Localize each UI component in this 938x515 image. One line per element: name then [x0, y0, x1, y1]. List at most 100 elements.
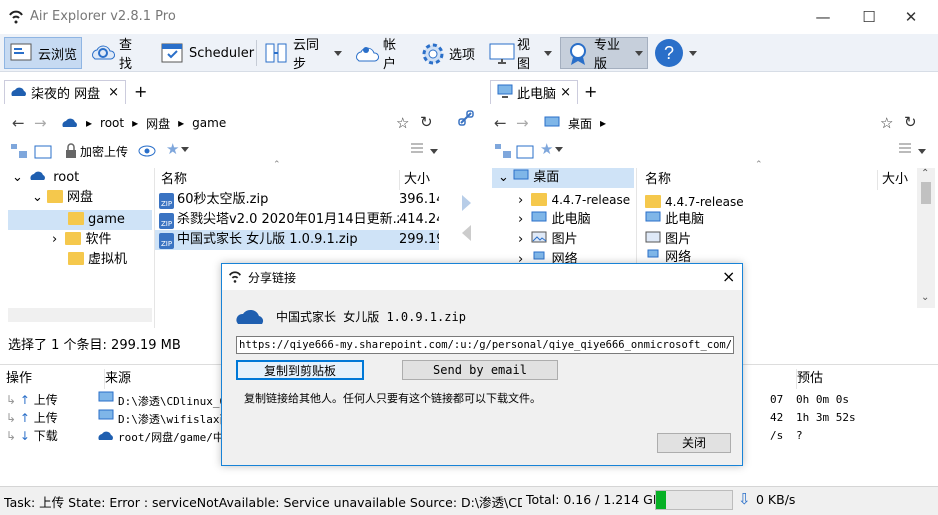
list-item[interactable]: 此电脑 — [645, 210, 704, 230]
copy-left-icon[interactable] — [462, 225, 471, 241]
nav-forward-icon[interactable]: → — [34, 114, 47, 132]
scheduler-button[interactable]: Scheduler — [156, 37, 254, 69]
chevron-right-icon: ▸ — [600, 116, 607, 130]
new-folder-icon[interactable] — [516, 142, 534, 163]
preview-icon[interactable] — [138, 142, 156, 163]
chevron-down-icon[interactable] — [430, 149, 438, 154]
pro-button[interactable]: 专业版 — [560, 37, 648, 72]
tree-view-icon[interactable] — [10, 142, 28, 163]
copy-right-icon[interactable] — [462, 195, 471, 211]
search-icon — [90, 41, 115, 65]
view-mode-icon[interactable] — [410, 142, 424, 159]
link-panes-icon[interactable] — [458, 110, 474, 129]
sort-up-icon: ⌃ — [273, 160, 281, 170]
tree-item-netdisk[interactable]: ⌄ 网盘 — [8, 188, 152, 208]
view-button[interactable]: 视图 — [484, 37, 556, 72]
send-by-email-button[interactable]: Send by email — [402, 360, 558, 380]
scroll-up-icon[interactable]: ⌃ — [921, 168, 929, 179]
table-row[interactable]: ZIP杀戮尖塔v2.0 2020年01月14日更新.zip 414.24 M — [159, 210, 439, 230]
tree-item-game[interactable]: game — [8, 210, 152, 230]
favorites-star-icon[interactable]: ★ — [166, 140, 190, 158]
app-logo-icon — [228, 270, 242, 287]
breadcrumb: ▸ root ▸ 网盘 ▸ game — [56, 112, 390, 134]
search-button[interactable]: 查找 — [86, 37, 148, 72]
folder-icon — [68, 212, 84, 225]
new-folder-icon[interactable] — [34, 142, 52, 163]
tree-item-this-pc[interactable]: › 此电脑 — [492, 210, 634, 230]
picture-icon — [645, 231, 661, 247]
breadcrumb-item[interactable]: 桌面 — [568, 115, 592, 132]
encrypted-upload-button[interactable]: 加密上传 — [80, 143, 128, 160]
svg-text:?: ? — [664, 43, 674, 63]
close-dialog-button[interactable]: 关闭 — [657, 433, 731, 453]
column-size[interactable]: 大小 — [877, 170, 908, 190]
tree-item-vm[interactable]: 虚拟机 — [8, 250, 152, 270]
upload-file-icon: ↳ — [6, 411, 17, 425]
share-link-dialog: 分享链接 × 中国式家长 女儿版 1.0.9.1.zip 复制到剪贴板 Send… — [221, 263, 743, 466]
breadcrumb-item[interactable]: game — [192, 116, 226, 130]
column-operation[interactable]: 操作 — [6, 369, 32, 389]
tab-this-pc[interactable]: 此电脑 × — [490, 80, 578, 104]
star-icon[interactable]: ☆ — [880, 114, 893, 132]
help-button[interactable]: ? — [650, 37, 697, 69]
breadcrumb: 桌面 ▸ — [538, 112, 868, 134]
computer-icon — [645, 211, 661, 227]
star-icon[interactable]: ☆ — [396, 114, 409, 132]
list-item[interactable]: 4.4.7-release — [645, 192, 744, 212]
account-icon — [354, 41, 379, 65]
tree-item-desktop[interactable]: ⌄ 桌面 — [492, 168, 634, 188]
table-row-selected[interactable]: ZIP中国式家长 女儿版 1.0.9.1.zip 299.19 M — [155, 230, 439, 250]
add-tab-button[interactable]: + — [134, 82, 147, 101]
close-tab-icon[interactable]: × — [108, 85, 119, 100]
nav-back-icon[interactable]: ← — [494, 114, 507, 132]
scroll-down-icon[interactable]: ⌄ — [921, 292, 929, 303]
tree-item-software[interactable]: › 软件 — [8, 230, 152, 250]
refresh-icon[interactable]: ↻ — [420, 113, 433, 131]
breadcrumb-item[interactable]: 网盘 — [146, 115, 170, 132]
close-tab-icon[interactable]: × — [560, 85, 571, 100]
column-source[interactable]: 来源 — [104, 369, 131, 389]
tree-item-root[interactable]: ⌄ root — [8, 168, 152, 188]
cloud-browse-button[interactable]: 云浏览 — [4, 37, 82, 69]
column-name[interactable]: 名称 — [161, 170, 187, 190]
nav-back-icon[interactable]: ← — [12, 114, 25, 132]
view-mode-icon[interactable] — [898, 142, 912, 159]
close-window-button[interactable]: ✕ — [888, 0, 934, 34]
favorites-star-icon[interactable]: ★ — [540, 140, 564, 158]
list-item[interactable]: 图片 — [645, 230, 691, 250]
tree-item-pictures[interactable]: › 图片 — [492, 230, 634, 250]
nav-forward-icon[interactable]: → — [516, 114, 529, 132]
add-tab-button[interactable]: + — [584, 82, 597, 101]
chevron-right-icon: › — [518, 212, 524, 227]
right-action-bar: ★ — [492, 140, 936, 162]
scroll-thumb[interactable] — [921, 182, 931, 204]
tree-view-icon[interactable] — [494, 142, 512, 163]
tree-item-release[interactable]: › 4.4.7-release — [492, 190, 634, 210]
chevron-right-icon: ▸ — [132, 116, 139, 130]
vertical-scrollbar[interactable]: ⌃ ⌄ — [917, 168, 935, 308]
cloud-sync-button[interactable]: 云同步 — [260, 37, 346, 72]
chevron-down-icon[interactable] — [918, 149, 926, 154]
toolbar-separator — [256, 40, 257, 66]
column-size[interactable]: 大小 — [399, 170, 430, 190]
table-row[interactable]: ZIP60秒太空版.zip 396.14 M — [159, 190, 439, 210]
maximize-button[interactable]: ☐ — [846, 0, 892, 34]
chevron-down-icon: ⌄ — [12, 170, 23, 185]
refresh-icon[interactable]: ↻ — [904, 113, 917, 131]
account-button[interactable]: 帐户 — [350, 37, 412, 72]
upload-icon: ↑ — [19, 393, 30, 407]
minimize-button[interactable]: — — [800, 0, 846, 34]
chevron-down-icon: ⌄ — [498, 170, 509, 185]
breadcrumb-item[interactable]: root — [100, 116, 124, 130]
tree-scrollbar[interactable] — [8, 308, 152, 322]
share-url-field[interactable] — [236, 336, 734, 354]
tab-cloud-drive[interactable]: 柒夜的 网盘 × — [4, 80, 126, 104]
title-bar: Air Explorer v2.8.1 Pro — ☐ ✕ — [0, 0, 938, 34]
column-name[interactable]: 名称 — [645, 170, 671, 190]
column-eta[interactable]: 预估 — [796, 369, 823, 389]
folder-icon — [65, 232, 82, 245]
chevron-down-icon — [544, 50, 552, 56]
copy-to-clipboard-button[interactable]: 复制到剪贴板 — [236, 360, 364, 380]
options-button[interactable]: 选项 — [416, 37, 482, 69]
dialog-close-icon[interactable]: × — [722, 267, 735, 286]
